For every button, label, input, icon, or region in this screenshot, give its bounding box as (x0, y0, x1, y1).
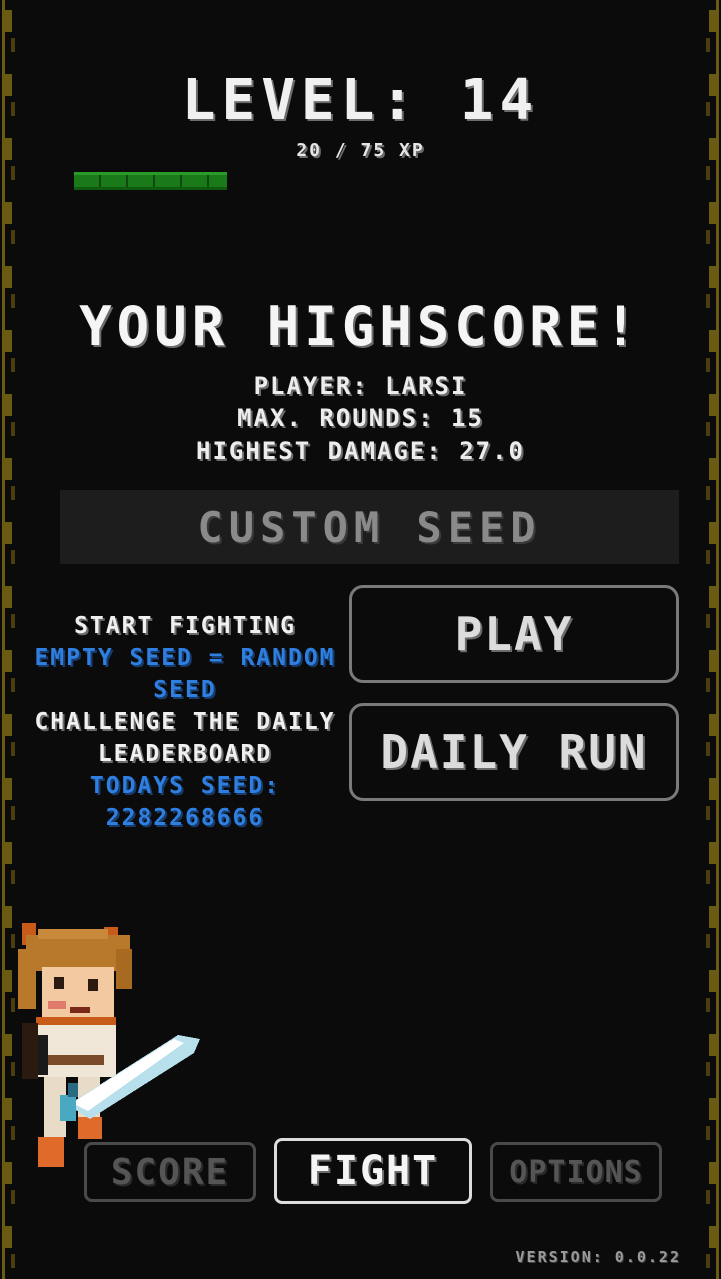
todays-seed-label: TODAYS SEED: (89, 773, 281, 799)
play-hint: START FIGHTING (74, 613, 296, 639)
todays-seed-value: 2282268666 (105, 805, 265, 831)
highscore-title: YOUR HIGHSCORE! (79, 295, 642, 358)
daily-hint: CHALLENGE THE DAILY LEADERBOARD (34, 709, 336, 767)
xp-progress-fill (74, 172, 228, 190)
play-button[interactable]: PLAY (349, 585, 679, 683)
level-title: LEVEL: 14 (181, 68, 540, 133)
highscore-max-rounds: MAX. ROUNDS: 15 (237, 404, 484, 432)
game-screen: LEVEL: 14 20 / 75 XP YOUR HIGHSCORE! PLA… (0, 0, 721, 1279)
highscore-highest-damage: HIGHEST DAMAGE: 27.0 (196, 437, 525, 465)
info-column: START FIGHTING EMPTY SEED = RANDOM SEED … (22, 610, 348, 834)
daily-run-button[interactable]: DAILY RUN (349, 703, 679, 801)
version-label: VERSION: 0.0.22 (515, 1248, 681, 1266)
tab-fight[interactable]: FIGHT (274, 1138, 472, 1204)
xp-progress-bar (74, 172, 648, 190)
tab-score[interactable]: SCORE (84, 1142, 256, 1202)
tab-options[interactable]: OPTIONS (490, 1142, 662, 1202)
right-border-decoration (706, 0, 719, 1279)
xp-text: 20 / 75 XP (296, 140, 425, 161)
highscore-player: PLAYER: LARSI (253, 372, 468, 400)
play-seed-hint: EMPTY SEED = RANDOM SEED (34, 645, 336, 703)
custom-seed-input[interactable] (60, 490, 679, 564)
